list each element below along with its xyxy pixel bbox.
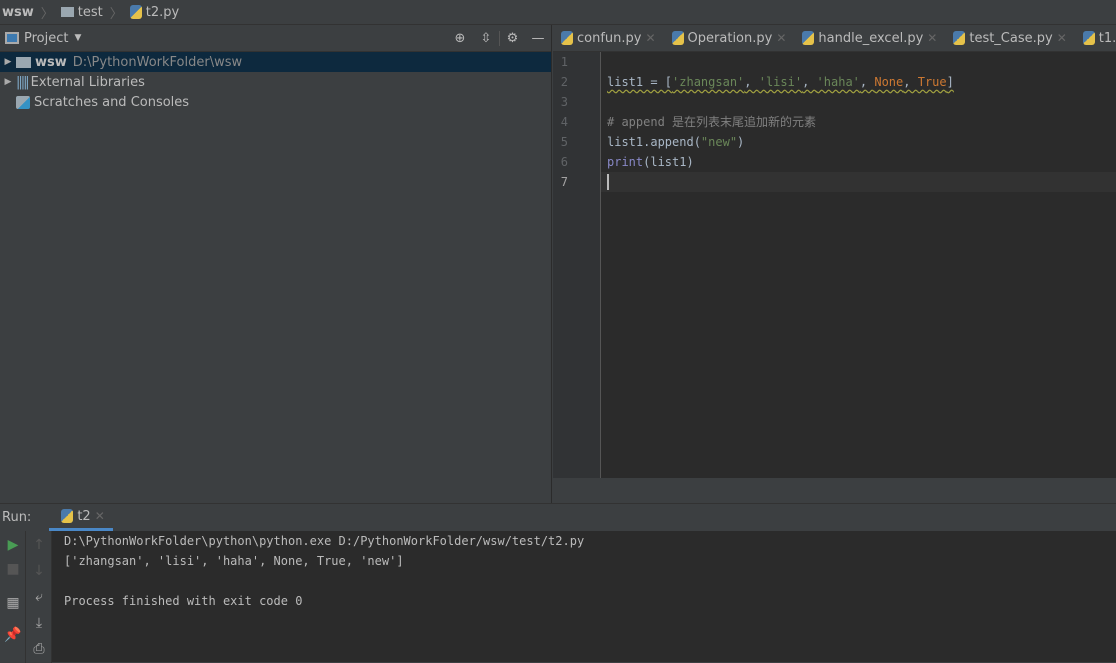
code-line: print(list1) — [607, 155, 694, 169]
pin-icon[interactable]: 📌 — [0, 627, 26, 643]
breadcrumb-item[interactable]: wsw — [2, 5, 34, 20]
collapse-all-icon[interactable]: ⇳ — [473, 31, 499, 46]
project-panel-header: Project ▼ ⊕ ⇳ ⚙ — — [0, 25, 551, 52]
arrow-up-icon[interactable]: ↑ — [26, 537, 52, 553]
line-number: 6 — [560, 155, 568, 169]
python-file-icon — [129, 5, 142, 19]
tree-item-label: Scratches and Consoles — [34, 94, 190, 110]
tree-item-path: D:\PythonWorkFolder\wsw — [72, 54, 243, 70]
run-label: Run: — [2, 510, 32, 525]
current-line-highlight — [601, 172, 1116, 192]
code-line: list1.append("new") — [607, 135, 745, 149]
tab-test-case[interactable]: test_Case.py ✕ — [945, 31, 1074, 46]
console-exit-message: Process finished with exit code 0 — [64, 594, 303, 608]
line-number: 4 — [560, 115, 568, 129]
rerun-icon[interactable]: ▶ — [0, 537, 26, 553]
tree-item-external-libraries[interactable]: ▶ |||‖ External Libraries — [0, 72, 551, 92]
scratches-icon — [16, 95, 30, 109]
expand-arrow-icon[interactable]: ▶ — [0, 57, 16, 67]
console-command: D:\PythonWorkFolder\python\python.exe D:… — [64, 534, 585, 548]
stop-icon[interactable]: ■ — [0, 561, 26, 577]
console-toolbar: ↑ ↓ ⤶ ⤓ ⎙ — [26, 531, 52, 663]
close-icon[interactable]: ✕ — [776, 31, 786, 45]
run-tab-t2[interactable]: t2 ✕ — [49, 504, 113, 531]
run-panel: Run: t2 ✕ ▶ ■ ▦ 📌 ↑ ↓ ⤶ ⤓ ⎙ D:\PythonWor… — [0, 503, 1116, 663]
python-icon — [61, 509, 74, 523]
close-icon[interactable]: ✕ — [927, 31, 937, 45]
expand-arrow-icon[interactable]: ▶ — [0, 77, 16, 87]
minimize-icon[interactable]: — — [525, 31, 551, 46]
project-view-dropdown[interactable]: Project — [24, 31, 68, 46]
tab-operation[interactable]: Operation.py ✕ — [664, 31, 795, 46]
tab-confun[interactable]: confun.py ✕ — [553, 31, 664, 46]
chevron-down-icon[interactable]: ▼ — [74, 33, 81, 43]
soft-wrap-icon[interactable]: ⤶ — [26, 589, 52, 605]
tab-label: t1.py — [1098, 30, 1116, 46]
line-number: 7 — [560, 175, 568, 189]
layout-icon[interactable]: ▦ — [0, 595, 26, 611]
tree-item-scratches[interactable]: Scratches and Consoles — [0, 92, 551, 112]
run-tab-label: t2 — [77, 508, 91, 524]
scroll-to-end-icon[interactable]: ⤓ — [26, 615, 52, 631]
close-icon[interactable]: ✕ — [1057, 31, 1067, 45]
print-icon[interactable]: ⎙ — [26, 641, 52, 657]
run-panel-header: Run: t2 ✕ — [0, 504, 1116, 531]
tab-handle-excel[interactable]: handle_excel.py ✕ — [794, 31, 945, 46]
python-file-icon — [671, 31, 684, 45]
close-icon[interactable]: ✕ — [95, 509, 105, 523]
arrow-down-icon[interactable]: ↓ — [26, 563, 52, 579]
tab-label: confun.py — [577, 30, 642, 46]
text-cursor — [607, 174, 609, 190]
tree-item-wsw[interactable]: ▶ wsw D:\PythonWorkFolder\wsw — [0, 52, 551, 72]
python-file-icon — [802, 31, 815, 45]
code-editor[interactable]: 1 2 3 4 5 6 7 list1 = ['zhangsan', 'lisi… — [553, 52, 1116, 478]
line-number: 1 — [560, 55, 568, 69]
run-toolbar: ▶ ■ ▦ 📌 — [0, 531, 26, 663]
line-number-gutter: 1 2 3 4 5 6 7 — [553, 52, 601, 478]
line-number: 5 — [560, 135, 568, 149]
close-icon[interactable]: ✕ — [645, 31, 655, 45]
library-icon: |||‖ — [16, 74, 30, 90]
project-panel: Project ▼ ⊕ ⇳ ⚙ — ▶ wsw D:\PythonWorkFol… — [0, 25, 552, 503]
breadcrumb-item[interactable]: test — [78, 5, 103, 20]
tab-label: Operation.py — [687, 30, 773, 46]
folder-icon — [60, 7, 74, 17]
breadcrumb-item[interactable]: t2.py — [146, 5, 179, 20]
python-file-icon — [953, 31, 966, 45]
tab-t1[interactable]: t1.py✕ — [1075, 31, 1116, 46]
python-file-icon — [561, 31, 573, 45]
tree-item-label: wsw — [35, 54, 67, 70]
project-view-icon — [5, 32, 19, 44]
locate-icon[interactable]: ⊕ — [447, 31, 473, 46]
line-number: 2 — [560, 75, 568, 89]
gear-icon[interactable]: ⚙ — [499, 30, 525, 46]
tree-item-label: External Libraries — [30, 74, 145, 90]
tab-label: handle_excel.py — [818, 30, 924, 46]
line-number: 3 — [560, 95, 568, 109]
code-line: list1 = ['zhangsan', 'lisi', 'haha', Non… — [607, 75, 954, 89]
breadcrumb: wsw 〉 test 〉 t2.py — [0, 0, 1116, 25]
python-file-icon — [1082, 31, 1095, 45]
tab-label: test_Case.py — [969, 30, 1053, 46]
console-output: ['zhangsan', 'lisi', 'haha', None, True,… — [64, 554, 404, 568]
editor-tabs: confun.py ✕ Operation.py ✕ handle_excel.py… — [553, 25, 1116, 52]
code-comment: # append 是在列表末尾追加新的元素 — [607, 115, 817, 129]
folder-icon — [16, 56, 31, 68]
